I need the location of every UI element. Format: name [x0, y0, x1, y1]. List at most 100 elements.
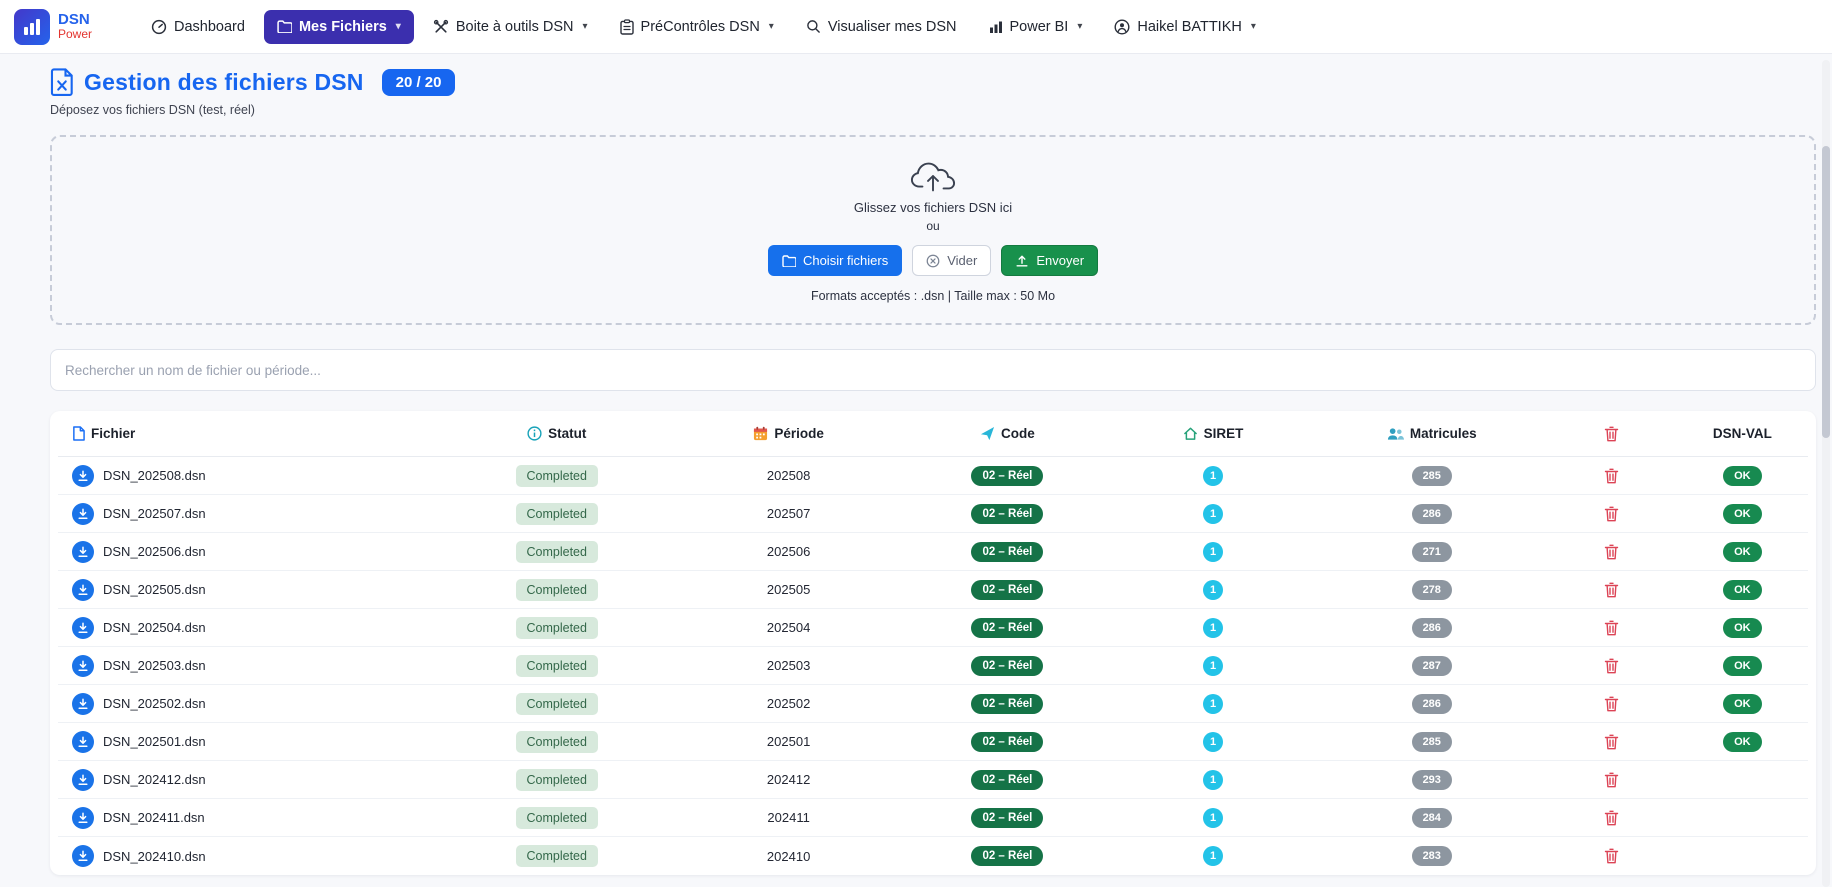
dsnval-badge: OK: [1723, 504, 1762, 524]
status-badge: Completed: [516, 731, 598, 753]
upload-dropzone[interactable]: Glissez vos fichiers DSN ici ou Choisir …: [50, 135, 1816, 325]
dsnval-badge: OK: [1723, 466, 1762, 486]
nav-item-boite-outils[interactable]: Boite à outils DSN ▾: [420, 10, 601, 44]
code-badge: 02 – Réel: [971, 770, 1043, 790]
clear-label: Vider: [947, 253, 977, 268]
people-icon: [1387, 427, 1404, 441]
siret-badge: 1: [1203, 542, 1223, 562]
folder-open-icon: [782, 255, 796, 267]
periode-value: 202412: [767, 772, 810, 787]
code-badge: 02 – Réel: [971, 542, 1043, 562]
download-icon[interactable]: [72, 731, 94, 753]
brand-line2: Power: [58, 28, 92, 41]
file-x-icon: [50, 68, 74, 96]
brand-logo[interactable]: DSN Power: [14, 9, 92, 45]
trash-icon[interactable]: [1604, 772, 1619, 788]
trash-icon[interactable]: [1604, 582, 1619, 598]
paper-plane-icon: [980, 426, 995, 441]
trash-icon[interactable]: [1604, 468, 1619, 484]
brand-chart-icon: [14, 9, 50, 45]
download-icon[interactable]: [72, 579, 94, 601]
table-row: DSN_202502.dsn Completed 202502 02 – Rée…: [58, 685, 1808, 723]
nav-item-precontroles[interactable]: PréContrôles DSN ▾: [607, 10, 787, 44]
trash-icon[interactable]: [1604, 506, 1619, 522]
code-badge: 02 – Réel: [971, 466, 1043, 486]
code-badge: 02 – Réel: [971, 846, 1043, 866]
search-input[interactable]: [50, 349, 1816, 391]
nav-item-user-menu[interactable]: Haikel BATTIKH ▾: [1101, 10, 1269, 44]
trash-icon[interactable]: [1604, 810, 1619, 826]
status-badge: Completed: [516, 617, 598, 639]
file-count-badge: 20 / 20: [382, 69, 456, 96]
matricules-badge: 287: [1412, 656, 1452, 676]
download-icon[interactable]: [72, 693, 94, 715]
download-icon[interactable]: [72, 845, 94, 867]
files-table: Fichier Statut Période Code: [50, 411, 1816, 875]
clear-button[interactable]: Vider: [912, 245, 991, 276]
vertical-scrollbar-thumb[interactable]: [1822, 146, 1830, 438]
download-icon[interactable]: [72, 541, 94, 563]
nav-item-power-bi[interactable]: Power BI ▾: [976, 10, 1096, 44]
table-row: DSN_202503.dsn Completed 202503 02 – Rée…: [58, 647, 1808, 685]
download-icon[interactable]: [72, 807, 94, 829]
status-badge: Completed: [516, 579, 598, 601]
info-icon: [527, 426, 542, 441]
chevron-down-icon: ▾: [583, 21, 588, 32]
code-badge: 02 – Réel: [971, 580, 1043, 600]
col-fichier: Fichier: [91, 426, 135, 441]
periode-value: 202411: [767, 810, 809, 825]
choose-files-button[interactable]: Choisir fichiers: [768, 245, 902, 276]
nav-item-dashboard[interactable]: Dashboard: [138, 10, 258, 44]
col-statut: Statut: [548, 426, 586, 441]
table-row: DSN_202508.dsn Completed 202508 02 – Rée…: [58, 457, 1808, 495]
trash-icon[interactable]: [1604, 696, 1619, 712]
status-badge: Completed: [516, 465, 598, 487]
trash-icon[interactable]: [1604, 848, 1619, 864]
dsnval-badge: OK: [1723, 618, 1762, 638]
siret-badge: 1: [1203, 846, 1223, 866]
dsnval-badge: OK: [1723, 656, 1762, 676]
nav-label: Visualiser mes DSN: [828, 19, 957, 35]
download-icon[interactable]: [72, 503, 94, 525]
table-body: DSN_202508.dsn Completed 202508 02 – Rée…: [58, 457, 1808, 875]
periode-value: 202507: [767, 506, 810, 521]
nav-item-mes-fichiers[interactable]: Mes Fichiers ▾: [264, 10, 414, 44]
nav-item-visualiser[interactable]: Visualiser mes DSN: [793, 10, 970, 44]
chevron-down-icon: ▾: [396, 21, 401, 32]
siret-badge: 1: [1203, 656, 1223, 676]
periode-value: 202502: [767, 696, 810, 711]
table-row: DSN_202506.dsn Completed 202506 02 – Rée…: [58, 533, 1808, 571]
nav-label: Haikel BATTIKH: [1137, 19, 1241, 35]
trash-icon[interactable]: [1604, 544, 1619, 560]
trash-header-icon: [1604, 426, 1619, 442]
trash-icon[interactable]: [1604, 658, 1619, 674]
send-button[interactable]: Envoyer: [1001, 245, 1098, 276]
nav-label: Mes Fichiers: [299, 19, 387, 35]
periode-value: 202508: [767, 468, 810, 483]
brand-name: DSN Power: [58, 12, 92, 40]
search-icon: [806, 19, 821, 34]
matricules-badge: 285: [1412, 732, 1452, 752]
dashboard-icon: [151, 19, 167, 35]
status-badge: Completed: [516, 693, 598, 715]
trash-icon[interactable]: [1604, 620, 1619, 636]
code-badge: 02 – Réel: [971, 504, 1043, 524]
drop-instruction: Glissez vos fichiers DSN ici: [52, 200, 1814, 215]
download-icon[interactable]: [72, 617, 94, 639]
download-icon[interactable]: [72, 655, 94, 677]
vertical-scrollbar-track: [1822, 60, 1830, 887]
siret-badge: 1: [1203, 694, 1223, 714]
trash-icon[interactable]: [1604, 734, 1619, 750]
nav-label: Dashboard: [174, 19, 245, 35]
download-icon[interactable]: [72, 769, 94, 791]
file-name: DSN_202411.dsn: [103, 810, 205, 825]
col-dsnval: DSN-VAL: [1713, 426, 1772, 441]
siret-badge: 1: [1203, 618, 1223, 638]
siret-badge: 1: [1203, 770, 1223, 790]
matricules-badge: 285: [1412, 466, 1452, 486]
nav-label: Power BI: [1010, 19, 1069, 35]
table-row: DSN_202504.dsn Completed 202504 02 – Rée…: [58, 609, 1808, 647]
periode-value: 202504: [767, 620, 810, 635]
chevron-down-icon: ▾: [1077, 21, 1082, 32]
download-icon[interactable]: [72, 465, 94, 487]
